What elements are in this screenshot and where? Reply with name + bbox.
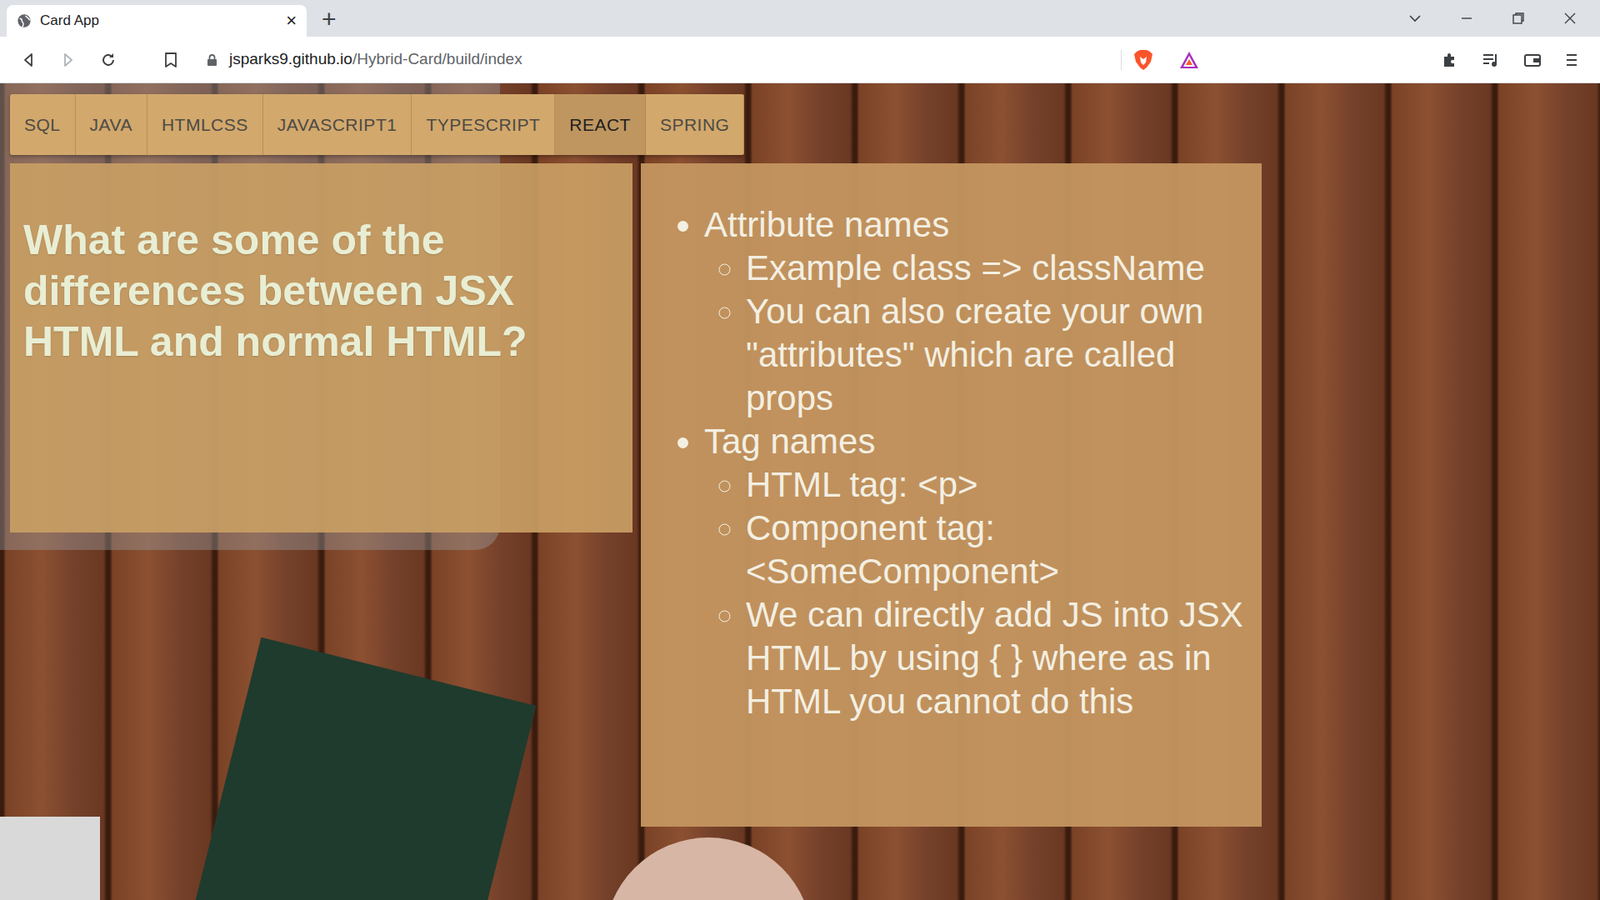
category-tab[interactable]: REACT: [555, 94, 646, 155]
category-tab[interactable]: TYPESCRIPT: [411, 94, 555, 155]
forward-icon[interactable]: [60, 51, 77, 69]
book-photo: [180, 637, 537, 900]
question-text: What are some of the differences between…: [23, 215, 620, 368]
page: SQLJAVAHTMLCSSJAVASCRIPT1TYPESCRIPTREACT…: [0, 83, 1600, 900]
browser-tab[interactable]: Card App ×: [6, 5, 307, 37]
category-tabs: SQLJAVAHTMLCSSJAVASCRIPT1TYPESCRIPTREACT…: [10, 94, 745, 155]
answer-card[interactable]: Attribute namesExample class => classNam…: [640, 163, 1262, 827]
tab-search-icon[interactable]: [1408, 11, 1422, 25]
bookmark-icon[interactable]: [163, 51, 179, 69]
globe-icon: [16, 13, 32, 29]
brave-rewards-icon[interactable]: [1178, 50, 1200, 70]
back-icon[interactable]: [20, 51, 37, 69]
category-tab[interactable]: SPRING: [645, 94, 745, 155]
category-tab[interactable]: JAVASCRIPT1: [263, 94, 413, 155]
answer-subitem: Example class => className: [745, 246, 1247, 290]
category-tab[interactable]: HTMLCSS: [147, 94, 264, 155]
new-tab-button[interactable]: +: [321, 6, 337, 32]
tab-close-button[interactable]: ×: [285, 11, 297, 30]
answer-subitem: You can also create your own "attributes…: [745, 290, 1247, 420]
restore-icon[interactable]: [1511, 11, 1525, 25]
brave-shields-icon[interactable]: [1133, 49, 1154, 71]
category-tab[interactable]: JAVA: [75, 94, 148, 155]
wallet-icon[interactable]: [1523, 51, 1542, 69]
url-path: /Hybrid-Card/build/index: [352, 50, 523, 68]
tab-title: Card App: [40, 10, 278, 32]
answer-subitem: HTML tag: <p>: [745, 463, 1247, 507]
window-controls: [1408, 0, 1600, 37]
url-domain: jsparks9.github.io: [229, 50, 353, 68]
answer-item-text: Tag names: [704, 421, 875, 461]
minimize-icon[interactable]: [1460, 11, 1474, 25]
close-icon[interactable]: [1563, 11, 1577, 25]
category-tab[interactable]: SQL: [10, 94, 76, 155]
cup-photo: [604, 837, 813, 900]
extensions-icon[interactable]: [1441, 51, 1459, 69]
tab-strip: Card App × +: [0, 0, 1600, 37]
toolbar: jsparks9.github.io/Hybrid-Card/build/ind…: [0, 36, 1600, 84]
lock-icon: [206, 53, 218, 67]
question-card[interactable]: What are some of the differences between…: [10, 163, 633, 533]
answer-sublist: HTML tag: <p>Component tag: <SomeCompone…: [704, 463, 1247, 724]
answer-item-text: Attribute names: [704, 205, 950, 245]
answer-list: Attribute namesExample class => classNam…: [704, 203, 1247, 724]
playlist-icon[interactable]: [1481, 51, 1500, 69]
menu-icon[interactable]: [1565, 51, 1579, 69]
notepad-photo: [0, 816, 100, 900]
address-field[interactable]: jsparks9.github.io/Hybrid-Card/build/ind…: [193, 43, 1214, 77]
answer-item: Attribute namesExample class => classNam…: [704, 203, 1247, 420]
answer-item: Tag namesHTML tag: <p>Component tag: <So…: [704, 420, 1247, 724]
answer-sublist: Example class => classNameYou can also c…: [704, 246, 1247, 420]
answer-subitem: Component tag: <SomeComponent>: [745, 506, 1247, 594]
reload-icon[interactable]: [100, 51, 117, 69]
answer-subitem: We can directly add JS into JSX HTML by …: [745, 593, 1247, 724]
